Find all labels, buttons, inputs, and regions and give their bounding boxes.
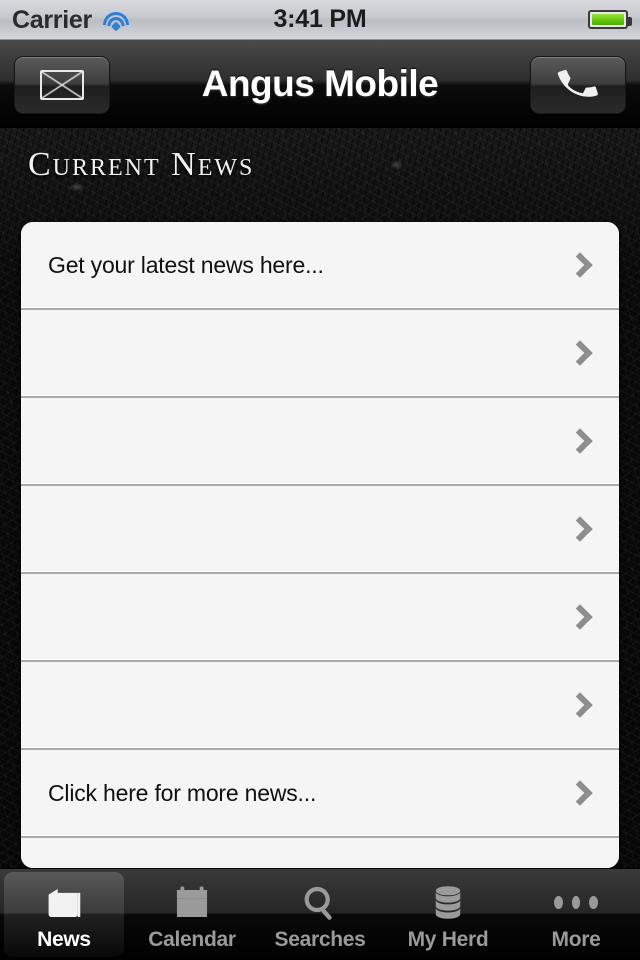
- content-area: Current News Get your latest news here..…: [0, 128, 640, 868]
- nav-bar: Angus Mobile: [0, 40, 640, 128]
- list-item[interactable]: [21, 574, 619, 662]
- list-item[interactable]: [21, 838, 619, 868]
- list-item-label: Click here for more news...: [48, 779, 317, 806]
- tab-searches[interactable]: Searches: [256, 869, 384, 960]
- tab-label: More: [551, 927, 601, 951]
- tab-calendar[interactable]: Calendar: [128, 869, 256, 960]
- phone-handset-icon: [557, 64, 599, 106]
- status-bar-time: 3:41 PM: [273, 5, 367, 33]
- tab-bar: News Calendar Searches My Herd More: [0, 868, 640, 960]
- app-screen: Carrier 3:41 PM Angus Mobile Current New…: [0, 0, 640, 960]
- tab-news[interactable]: News: [0, 869, 128, 960]
- list-item[interactable]: Click here for more news...: [21, 750, 619, 838]
- list-item-label: Get your latest news here...: [48, 251, 324, 278]
- list-item[interactable]: [21, 398, 619, 486]
- list-item[interactable]: [21, 486, 619, 574]
- tab-label: My Herd: [407, 927, 489, 951]
- chevron-right-icon: [567, 516, 593, 542]
- tab-label: Searches: [274, 927, 366, 951]
- battery-full-icon: [588, 10, 632, 29]
- three-dots-icon: [554, 882, 599, 924]
- chevron-right-icon: [567, 692, 593, 718]
- tab-label: News: [37, 927, 91, 951]
- list-item[interactable]: [21, 662, 619, 750]
- calendar-icon: [170, 882, 214, 924]
- chevron-right-icon: [567, 780, 593, 806]
- section-title: Current News: [28, 146, 255, 183]
- list-item[interactable]: Get your latest news here...: [21, 222, 619, 310]
- list-item[interactable]: [21, 310, 619, 398]
- magnifier-icon: [298, 882, 342, 924]
- tab-my-herd[interactable]: My Herd: [384, 869, 512, 960]
- chevron-right-icon: [567, 252, 593, 278]
- chevron-right-icon: [567, 604, 593, 630]
- status-bar: Carrier 3:41 PM: [0, 0, 640, 40]
- chevron-right-icon: [567, 340, 593, 366]
- phone-button[interactable]: [530, 56, 626, 114]
- tab-label: Calendar: [148, 927, 236, 951]
- tab-more[interactable]: More: [512, 869, 640, 960]
- news-list[interactable]: Get your latest news here... Click here …: [21, 222, 619, 868]
- newspaper-icon: [42, 882, 86, 924]
- database-icon: [426, 882, 470, 924]
- chevron-right-icon: [567, 428, 593, 454]
